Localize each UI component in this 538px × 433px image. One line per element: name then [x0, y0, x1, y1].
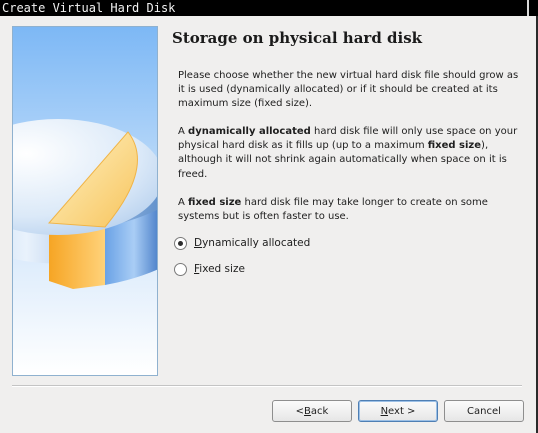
button-separator: [12, 385, 522, 387]
title-bar-edge: [527, 0, 529, 16]
dynamically-allocated-label[interactable]: Dynamically allocated: [194, 236, 310, 250]
fixed-size-option[interactable]: Fixed size: [174, 262, 245, 276]
page-title: Storage on physical hard disk: [172, 29, 423, 47]
dynamically-allocated-radio[interactable]: [174, 236, 187, 250]
fixed-size-label[interactable]: Fixed size: [194, 262, 245, 276]
dynamic-description: A dynamically allocated hard disk file w…: [178, 126, 518, 180]
hard-disk-pie-illustration-icon: [13, 119, 157, 289]
intro-text: Please choose whether the new virtual ha…: [178, 70, 519, 110]
next-button[interactable]: Next >: [358, 400, 438, 422]
back-button[interactable]: < Back: [272, 400, 352, 422]
cancel-button[interactable]: Cancel: [444, 400, 524, 422]
window-title: Create Virtual Hard Disk: [2, 1, 176, 15]
wizard-watermark-panel: [12, 26, 158, 376]
window-title-bar[interactable]: Create Virtual Hard Disk: [0, 0, 538, 16]
fixed-size-radio[interactable]: [174, 262, 187, 276]
dynamically-allocated-option[interactable]: Dynamically allocated: [174, 236, 310, 250]
fixed-description: A fixed size hard disk file may take lon…: [178, 197, 488, 223]
